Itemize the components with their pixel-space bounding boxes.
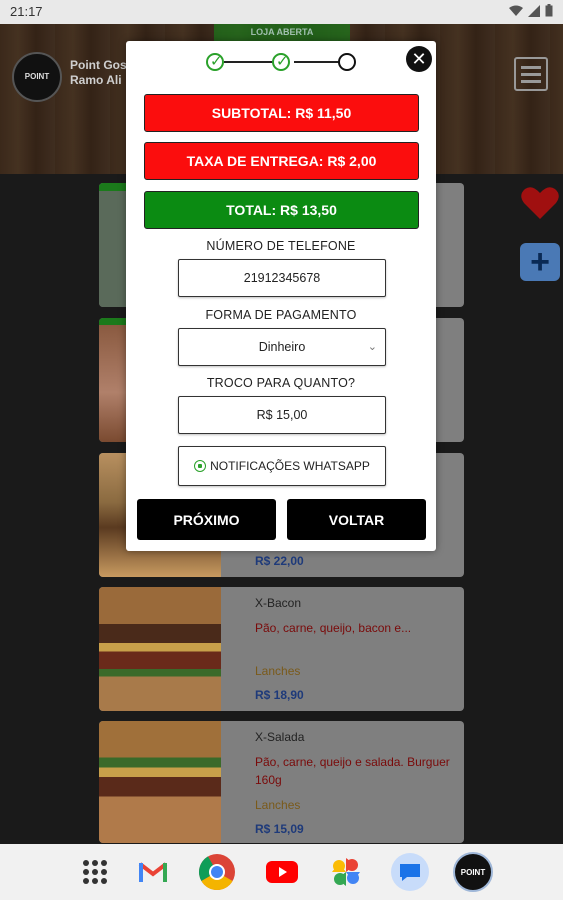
wifi-icon <box>509 5 523 16</box>
product-image <box>99 721 221 843</box>
product-category: Lanches <box>255 664 301 678</box>
signal-icon <box>528 4 540 17</box>
photos-icon[interactable] <box>326 852 366 892</box>
menu-line <box>521 79 541 83</box>
store-logo: POINT <box>12 52 62 102</box>
status-time: 21:17 <box>10 4 43 19</box>
change-label: TROCO PARA QUANTO? <box>206 376 356 390</box>
messages-icon[interactable] <box>390 852 430 892</box>
step-2-check-icon <box>272 52 290 71</box>
subtotal-bar: SUBTOTAL: R$ 11,50 <box>144 94 419 132</box>
whatsapp-icon <box>194 460 207 472</box>
app-dock: POINT <box>0 844 563 900</box>
product-description: Pão, carne, queijo, bacon e... <box>255 621 412 635</box>
payment-label: FORMA DE PAGAMENTO <box>205 308 357 322</box>
phone-label: NÚMERO DE TELEFONE <box>206 239 356 253</box>
favorites-heart-icon[interactable] <box>520 185 560 221</box>
back-button[interactable]: VOLTAR <box>287 499 426 540</box>
whatsapp-label: NOTIFICAÇÕES WHATSAPP <box>210 459 370 473</box>
store-name-line2: Ramo Ali <box>70 73 122 87</box>
step-1-check-icon <box>206 52 224 71</box>
product-category: Lanches <box>255 798 301 812</box>
chrome-icon[interactable] <box>197 852 237 892</box>
gmail-icon[interactable] <box>133 852 173 892</box>
close-icon: ✕ <box>411 49 427 69</box>
point-app-icon[interactable]: POINT <box>453 852 493 892</box>
change-amount-input[interactable]: R$ 15,00 <box>178 396 386 434</box>
product-price: R$ 18,90 <box>255 688 304 702</box>
status-icons <box>509 4 553 17</box>
payment-method-value: Dinheiro <box>258 340 306 354</box>
whatsapp-notifications-button[interactable]: NOTIFICAÇÕES WHATSAPP <box>178 446 386 486</box>
battery-icon <box>545 4 553 17</box>
delivery-fee-bar: TAXA DE ENTREGA: R$ 2,00 <box>144 142 419 180</box>
menu-line <box>521 65 541 69</box>
payment-method-select[interactable]: Dinheiro ⌄ <box>178 328 386 366</box>
store-open-badge: LOJA ABERTA <box>214 24 350 42</box>
product-name: X-Salada <box>255 730 305 744</box>
next-button[interactable]: PRÓXIMO <box>137 499 276 540</box>
product-card[interactable]: X-Bacon Pão, carne, queijo, bacon e... L… <box>99 587 464 711</box>
chevron-down-icon: ⌄ <box>367 341 377 353</box>
product-price: R$ 15,09 <box>255 822 304 836</box>
product-image <box>99 587 221 711</box>
hamburger-menu-button[interactable] <box>514 57 548 91</box>
step-3-circle-icon <box>338 53 356 71</box>
close-button[interactable]: ✕ <box>406 46 432 72</box>
point-app-logo: POINT <box>453 852 493 892</box>
add-button[interactable]: + <box>520 243 560 281</box>
product-name: X-Bacon <box>255 596 302 610</box>
product-price: R$ 22,00 <box>255 554 304 568</box>
menu-line <box>521 72 541 76</box>
plus-icon: + <box>530 243 550 281</box>
store-name: Point Gos Ramo Ali <box>70 58 127 88</box>
product-card[interactable]: X-Salada Pão, carne, queijo e salada. Bu… <box>99 721 464 843</box>
apps-grid-icon[interactable] <box>75 852 115 892</box>
total-bar: TOTAL: R$ 13,50 <box>144 191 419 229</box>
product-description: Pão, carne, queijo e salada. Burguer 160… <box>255 755 450 787</box>
status-bar: 21:17 <box>0 0 563 24</box>
store-name-line1: Point Gos <box>70 58 127 72</box>
youtube-icon[interactable] <box>262 852 302 892</box>
phone-input[interactable]: 21912345678 <box>178 259 386 297</box>
stepper-line <box>224 61 276 63</box>
checkout-stepper <box>206 51 358 73</box>
checkout-modal: ✕ SUBTOTAL: R$ 11,50 TAXA DE ENTREGA: R$… <box>126 41 436 551</box>
